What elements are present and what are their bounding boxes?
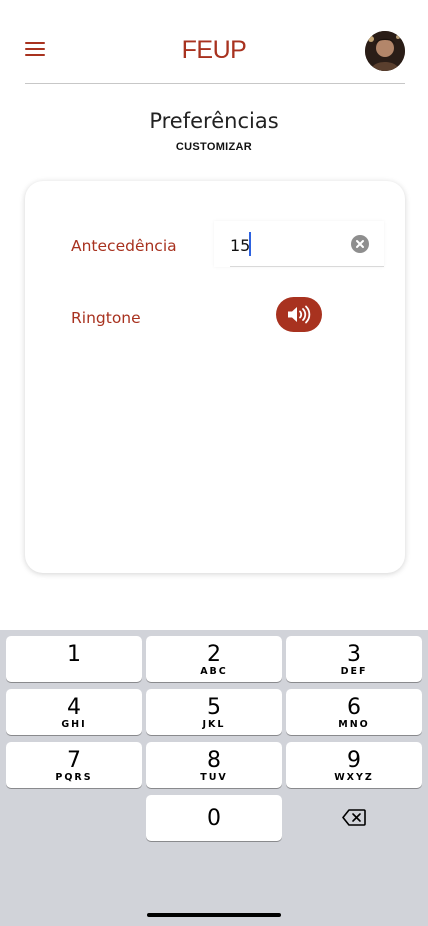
key-letters: JKL (202, 719, 226, 730)
page-subtitle: CUSTOMIZAR (175, 141, 253, 153)
key-letters: MNO (338, 719, 370, 730)
key-letters: PQRS (55, 772, 93, 783)
volume-icon (288, 305, 311, 324)
key-number: 6 (347, 695, 361, 720)
key-number: 8 (207, 748, 221, 773)
ringtone-play-button[interactable] (276, 297, 322, 332)
antecedencia-input[interactable] (230, 233, 340, 257)
app-header: FEUP (0, 0, 428, 84)
key-letters: TUV (200, 772, 228, 783)
preferences-card: Antecedência Ringtone (25, 181, 405, 573)
backspace-key[interactable] (286, 795, 422, 841)
backspace-icon (342, 809, 366, 826)
key-8[interactable]: 8 TUV (146, 742, 282, 788)
clear-input-icon[interactable] (351, 235, 369, 253)
key-letters: WXYZ (334, 772, 374, 783)
key-number: 9 (347, 748, 361, 773)
input-underline (230, 266, 384, 267)
ringtone-label: Ringtone (71, 309, 141, 327)
key-letters: ABC (200, 666, 228, 677)
key-1[interactable]: 1 (6, 636, 142, 682)
key-3[interactable]: 3 DEF (286, 636, 422, 682)
key-number: 5 (207, 695, 221, 720)
app-logo: FEUP (181, 36, 247, 64)
key-2[interactable]: 2 ABC (146, 636, 282, 682)
antecedencia-field[interactable] (214, 221, 384, 267)
text-caret (249, 232, 251, 256)
key-letters: GHI (61, 719, 87, 730)
key-number: 0 (207, 806, 221, 831)
key-4[interactable]: 4 GHI (6, 689, 142, 735)
key-9[interactable]: 9 WXYZ (286, 742, 422, 788)
numeric-keyboard: 1 2 ABC 3 DEF 4 GHI 5 JKL 6 MNO 7 PQRS 8… (0, 630, 428, 926)
user-avatar[interactable] (365, 31, 405, 71)
header-divider (25, 83, 405, 84)
key-6[interactable]: 6 MNO (286, 689, 422, 735)
key-5[interactable]: 5 JKL (146, 689, 282, 735)
key-number: 1 (67, 642, 81, 667)
key-number: 2 (207, 642, 221, 667)
key-letters: DEF (340, 666, 368, 677)
key-7[interactable]: 7 PQRS (6, 742, 142, 788)
key-0[interactable]: 0 (146, 795, 282, 841)
page-title: Preferências (149, 109, 279, 133)
key-number: 3 (347, 642, 361, 667)
key-number: 4 (67, 695, 81, 720)
antecedencia-label: Antecedência (71, 237, 177, 255)
home-indicator (147, 913, 281, 917)
key-number: 7 (67, 748, 81, 773)
